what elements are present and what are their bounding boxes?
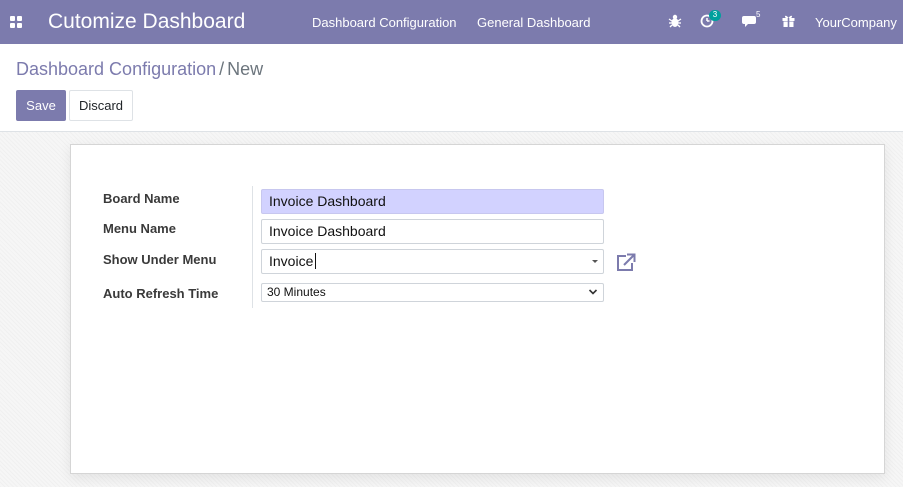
external-link-icon[interactable]	[615, 253, 636, 272]
dropdown-caret-icon[interactable]	[592, 260, 598, 263]
save-button[interactable]: Save	[16, 90, 66, 121]
breadcrumb: Dashboard Configuration / New	[16, 58, 263, 80]
menu-name-label: Menu Name	[103, 221, 176, 236]
company-switcher[interactable]: YourCompany	[815, 15, 897, 31]
menu-dashboard-configuration[interactable]: Dashboard Configuration	[312, 15, 457, 31]
breadcrumb-current: New	[227, 59, 264, 79]
show-under-menu-label: Show Under Menu	[103, 252, 217, 267]
activity-count-badge: 3	[709, 10, 721, 21]
board-name-input[interactable]: Invoice Dashboard	[261, 189, 604, 214]
board-name-label: Board Name	[103, 191, 180, 206]
auto-refresh-time-value: 30 Minutes	[267, 285, 326, 299]
apps-grid-icon[interactable]	[10, 16, 22, 28]
top-navbar: Cutomize Dashboard Dashboard Configurati…	[0, 0, 903, 44]
breadcrumb-separator: /	[219, 59, 225, 79]
show-under-menu-input[interactable]: Invoice	[261, 249, 604, 274]
chevron-down-icon	[588, 289, 598, 295]
messages-chat-icon[interactable]: 5	[742, 10, 761, 31]
menu-general-dashboard[interactable]: General Dashboard	[477, 15, 590, 31]
auto-refresh-time-select[interactable]: 30 Minutes	[261, 283, 604, 302]
auto-refresh-time-label: Auto Refresh Time	[103, 286, 219, 301]
discard-button[interactable]: Discard	[69, 90, 133, 121]
messages-count-badge: 5	[756, 10, 761, 19]
breadcrumb-parent-link[interactable]: Dashboard Configuration	[16, 59, 216, 79]
activity-clock-icon[interactable]: 3	[700, 10, 721, 31]
menu-name-input[interactable]: Invoice Dashboard	[261, 219, 604, 244]
show-under-menu-value: Invoice	[269, 253, 314, 269]
gift-icon[interactable]	[781, 13, 799, 31]
text-cursor	[315, 253, 317, 269]
debug-bug-icon[interactable]	[667, 13, 685, 31]
app-title: Cutomize Dashboard	[48, 10, 246, 33]
label-separator-line	[252, 186, 253, 308]
